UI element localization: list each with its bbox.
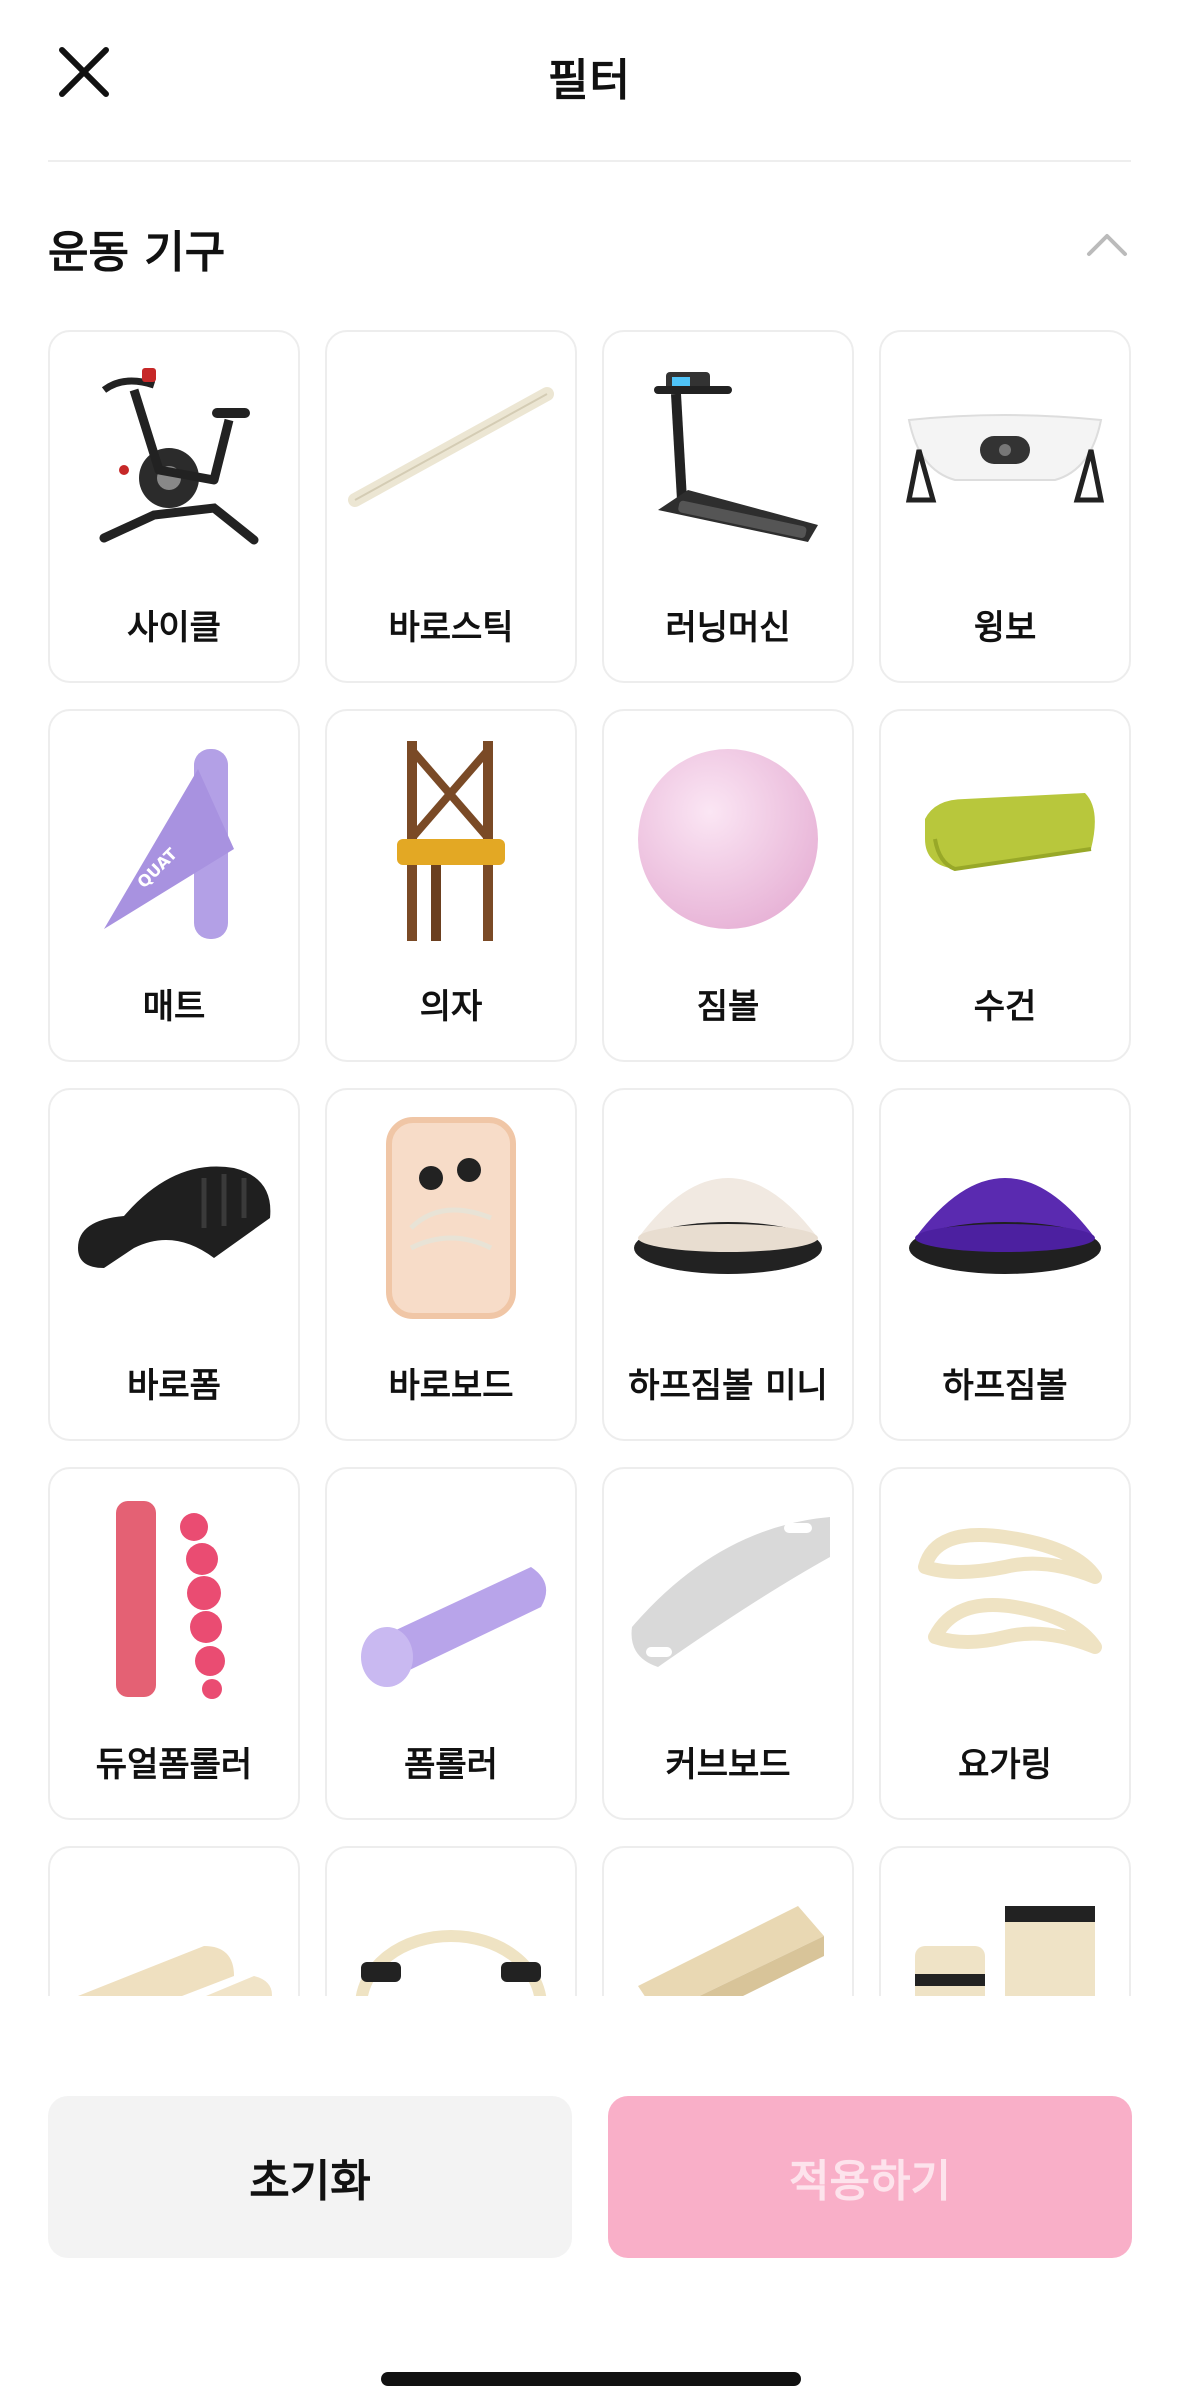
collapse-toggle[interactable] xyxy=(1083,224,1131,264)
gym-ball-image xyxy=(618,729,838,949)
equipment-tile-dual-foam-roller[interactable]: 듀얼폼롤러 xyxy=(48,1467,300,1820)
stick-image xyxy=(341,350,561,570)
equipment-tile-halfball-mini[interactable]: 하프짐볼 미니 xyxy=(602,1088,854,1441)
equipment-tile-yoga-ring[interactable]: 요가링 xyxy=(879,1467,1131,1820)
equipment-tile-treadmill[interactable]: 러닝머신 xyxy=(602,330,854,683)
equipment-label: 의자 xyxy=(419,987,483,1027)
half-gym-ball-image xyxy=(895,1108,1115,1328)
barofoam-image xyxy=(64,1108,284,1328)
equipment-label: 윙보 xyxy=(973,608,1037,648)
equipment-tile-foam-roller[interactable]: 폼롤러 xyxy=(325,1467,577,1820)
chair-image xyxy=(341,729,561,949)
roller-pair-image xyxy=(64,1866,284,1996)
section-title: 운동 기구 xyxy=(48,227,226,278)
equipment-tile-weights[interactable] xyxy=(879,1846,1131,1996)
chevron-up-icon xyxy=(1087,234,1127,256)
home-indicator xyxy=(381,2372,801,2386)
cycle-bike-image xyxy=(64,350,284,570)
wedge-board-image xyxy=(618,1866,838,1996)
weights-image xyxy=(895,1866,1115,1996)
equipment-tile-roller-pair[interactable] xyxy=(48,1846,300,1996)
section-header[interactable]: 운동 기구 xyxy=(48,212,1131,278)
dual-foam-roller-image xyxy=(64,1487,284,1707)
equipment-tile-mat[interactable]: QUAT 매트 xyxy=(48,709,300,1062)
equipment-grid-viewport[interactable]: 사이클 바로스틱 러닝머신 윙보 QUAT 매트 의자 짐볼 수건 바로폼 바로… xyxy=(48,330,1131,1996)
reset-button[interactable]: 초기화 xyxy=(48,2096,572,2258)
wingbo-image xyxy=(895,350,1115,570)
equipment-tile-wedge-board[interactable] xyxy=(602,1846,854,1996)
equipment-label: 바로보드 xyxy=(388,1366,514,1406)
equipment-tile-baroboard[interactable]: 바로보드 xyxy=(325,1088,577,1441)
equipment-tile-cycle[interactable]: 사이클 xyxy=(48,330,300,683)
apply-button[interactable]: 적용하기 xyxy=(608,2096,1132,2258)
equipment-tile-pilates-ring[interactable] xyxy=(325,1846,577,1996)
yoga-ring-image xyxy=(895,1487,1115,1707)
equipment-label: 짐볼 xyxy=(696,987,760,1027)
equipment-tile-wingbo[interactable]: 윙보 xyxy=(879,330,1131,683)
equipment-grid: 사이클 바로스틱 러닝머신 윙보 QUAT 매트 의자 짐볼 수건 바로폼 바로… xyxy=(48,330,1131,1996)
equipment-label: 하프짐볼 미니 xyxy=(628,1366,828,1406)
equipment-label: 사이클 xyxy=(127,608,221,648)
page-title: 필터 xyxy=(548,55,631,106)
header: 필터 xyxy=(0,0,1179,162)
equipment-label: 매트 xyxy=(142,987,206,1027)
pilates-ring-image xyxy=(341,1866,561,1996)
equipment-tile-curve-board[interactable]: 커브보드 xyxy=(602,1467,854,1820)
equipment-tile-chair[interactable]: 의자 xyxy=(325,709,577,1062)
foam-roller-image xyxy=(341,1487,561,1707)
equipment-label: 하프짐볼 xyxy=(942,1366,1068,1406)
equipment-label: 폼롤러 xyxy=(404,1745,498,1785)
equipment-tile-barofoam[interactable]: 바로폼 xyxy=(48,1088,300,1441)
equipment-label: 듀얼폼롤러 xyxy=(95,1745,253,1785)
footer-actions: 초기화 적용하기 xyxy=(0,2000,1179,2403)
mat-image: QUAT xyxy=(64,729,284,949)
equipment-label: 바로스틱 xyxy=(388,608,514,648)
equipment-tile-halfball[interactable]: 하프짐볼 xyxy=(879,1088,1131,1441)
treadmill-image xyxy=(618,350,838,570)
header-divider xyxy=(48,160,1131,162)
equipment-label: 요가링 xyxy=(958,1745,1052,1785)
half-gym-ball-mini-image xyxy=(618,1108,838,1328)
equipment-tile-barostick[interactable]: 바로스틱 xyxy=(325,330,577,683)
equipment-label: 커브보드 xyxy=(665,1745,791,1785)
baroboard-image xyxy=(341,1108,561,1328)
equipment-label: 러닝머신 xyxy=(665,608,791,648)
equipment-tile-towel[interactable]: 수건 xyxy=(879,709,1131,1062)
equipment-label: 바로폼 xyxy=(127,1366,221,1406)
equipment-tile-gymball[interactable]: 짐볼 xyxy=(602,709,854,1062)
towel-image xyxy=(895,729,1115,949)
curve-board-image xyxy=(618,1487,838,1707)
equipment-label: 수건 xyxy=(973,987,1037,1027)
